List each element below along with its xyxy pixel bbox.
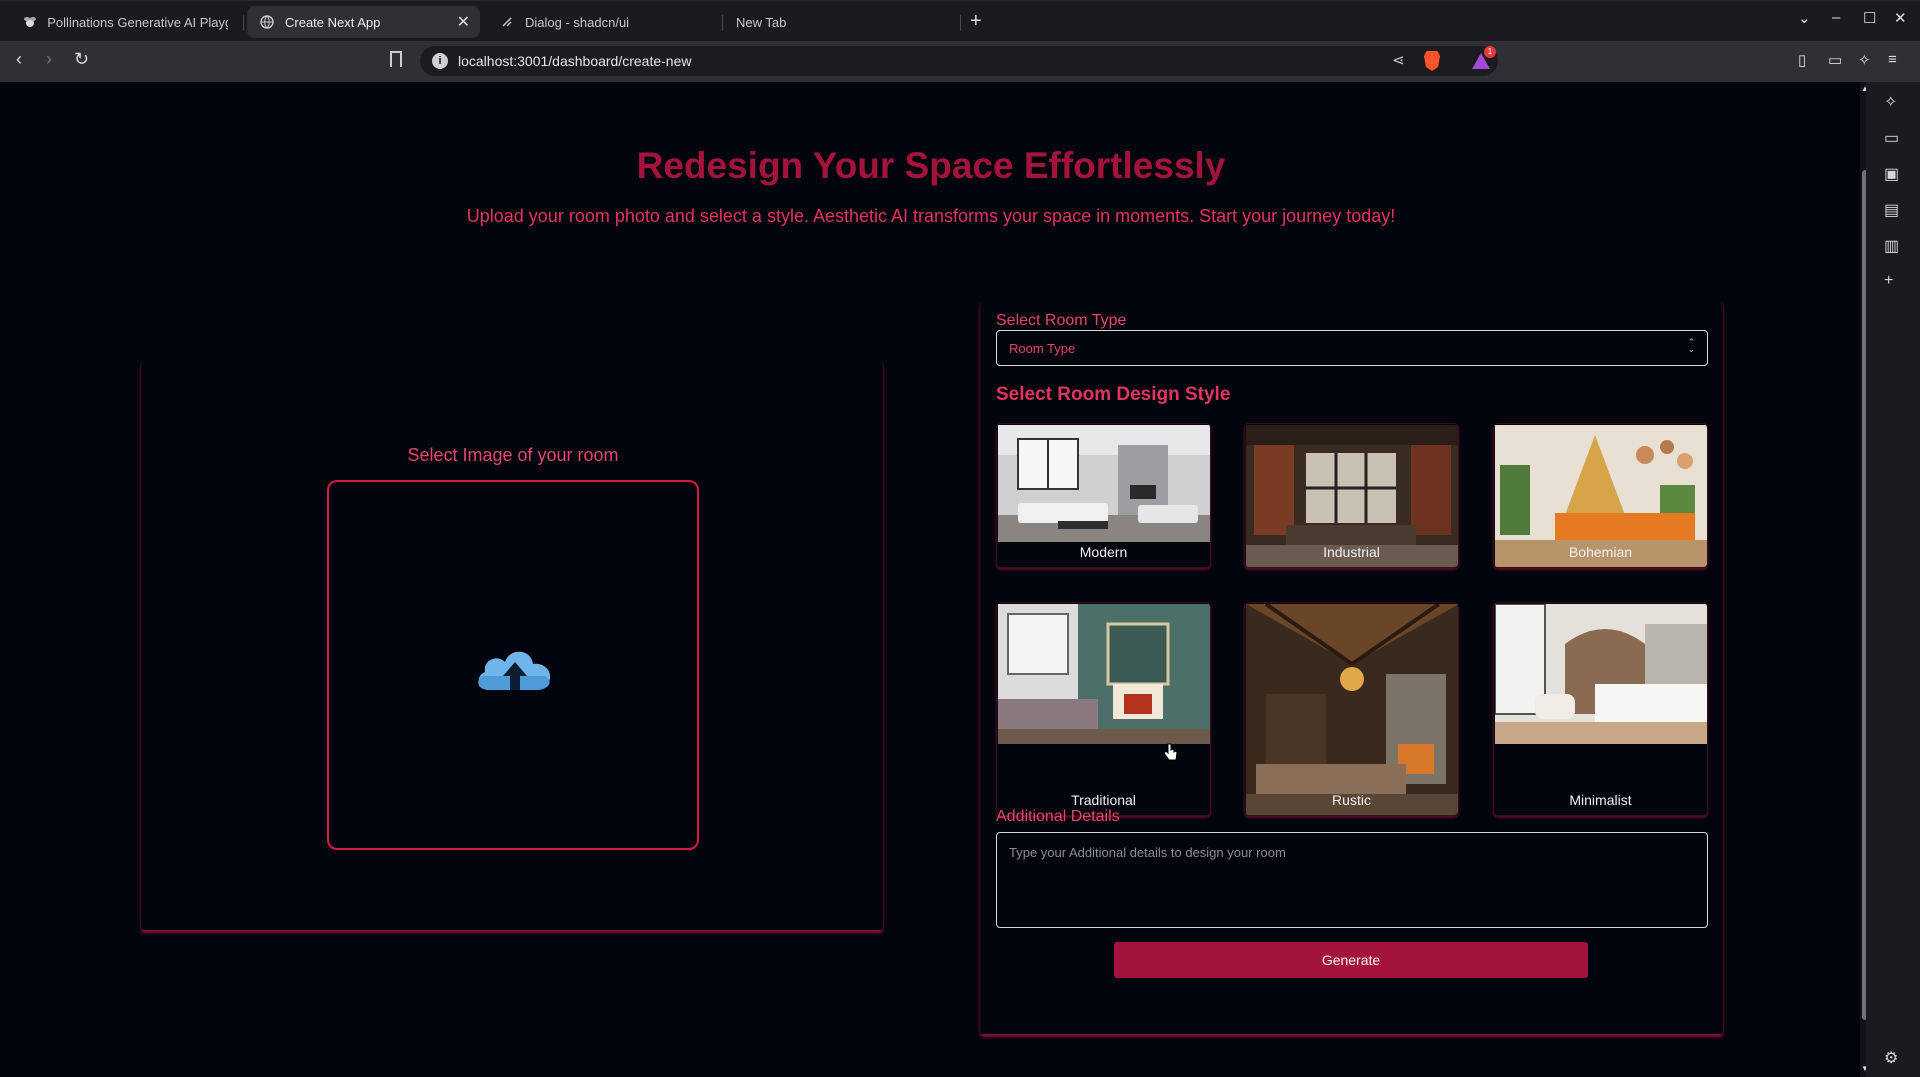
back-icon[interactable]: ‹ [16, 49, 22, 70]
address-bar[interactable]: i localhost:3001/dashboard/create-new ⋖ … [420, 46, 1498, 76]
window-close-icon[interactable]: ✕ [1894, 9, 1907, 27]
traditional-room-image [998, 604, 1210, 744]
chevron-up-down-icon: ⌃ ⌄ [1687, 337, 1695, 354]
bookmark-icon[interactable] [390, 51, 402, 67]
bee-icon [22, 14, 37, 30]
additional-details-input[interactable]: Type your Additional details to design y… [996, 832, 1708, 928]
wallet-icon[interactable]: ▭ [1828, 51, 1842, 69]
tab-divider [722, 15, 723, 31]
additional-details-label: Additional Details [996, 808, 1120, 825]
leo-ai-icon[interactable]: ✧ [1858, 51, 1871, 69]
close-icon[interactable]: ✕ [457, 12, 470, 32]
style-option-minimalist[interactable]: Minimalist [1493, 602, 1708, 816]
page-subtitle: Upload your room photo and select a styl… [466, 206, 1396, 226]
url-text[interactable]: localhost:3001/dashboard/create-new [458, 53, 692, 69]
reload-icon[interactable]: ↻ [74, 49, 89, 70]
forward-icon[interactable]: › [46, 49, 52, 70]
rustic-room-image [1246, 604, 1458, 815]
style-option-bohemian[interactable]: Bohemian [1493, 423, 1708, 568]
share-icon[interactable]: ⋖ [1392, 51, 1405, 69]
hand-cursor-icon [1163, 743, 1178, 761]
site-info-icon[interactable]: i [432, 53, 448, 69]
room-type-label: Select Room Type [996, 312, 1127, 329]
tab-label: Pollinations Generative AI Playgr [47, 14, 228, 30]
style-name: Minimalist [1569, 792, 1632, 808]
design-form-card: Select Room Type Room Type ⌃ ⌄ Select Roo… [979, 302, 1724, 1034]
maximize-icon[interactable]: ☐ [1863, 9, 1876, 27]
tab-dialog-shadcn[interactable]: Dialog - shadcn/ui [487, 6, 717, 38]
modern-room-image [998, 425, 1210, 542]
rewards-badge: 1 [1484, 46, 1496, 58]
tab-divider [960, 15, 961, 31]
tab-pollinations[interactable]: Pollinations Generative AI Playgr [10, 6, 240, 38]
shadcn-icon [499, 14, 515, 30]
wallet-icon[interactable]: ▣ [1884, 164, 1899, 184]
globe-icon [259, 14, 275, 30]
image-upload-card: Select Image of your room [140, 362, 884, 930]
menu-icon[interactable]: ≡ [1888, 51, 1897, 68]
room-type-select[interactable]: Room Type ⌃ ⌄ [996, 330, 1708, 366]
settings-gear-icon[interactable]: ⚙ [1884, 1048, 1898, 1068]
style-option-industrial[interactable]: Industrial [1244, 423, 1459, 568]
tab-label: New Tab [736, 14, 787, 30]
minimize-icon[interactable]: – [1832, 9, 1840, 26]
additional-details-placeholder: Type your Additional details to design y… [1009, 845, 1286, 860]
tab-label: Dialog - shadcn/ui [525, 14, 630, 30]
leo-icon[interactable]: ✧ [1884, 92, 1897, 112]
sidebar-toggle-icon[interactable]: ▯ [1798, 51, 1806, 69]
style-name: Bohemian [1568, 544, 1633, 560]
style-option-modern[interactable]: Modern [996, 423, 1211, 568]
design-style-heading: Select Room Design Style [996, 384, 1231, 405]
page-content: Redesign Your Space Effortlessly Upload … [0, 82, 1860, 1077]
room-type-value: Room Type [1009, 341, 1076, 356]
tab-list-chevron-icon[interactable]: ⌄ [1798, 9, 1811, 27]
browser-toolbar: ‹ › ↻ i localhost:3001/dashboard/create-… [0, 41, 1920, 82]
brave-shields-icon[interactable] [1424, 51, 1440, 71]
image-upload-dropzone[interactable] [327, 480, 699, 850]
style-name: Modern [1079, 544, 1128, 560]
new-tab-button[interactable]: + [970, 10, 982, 33]
tab-divider [243, 15, 244, 31]
page-title: Redesign Your Space Effortlessly [636, 145, 1226, 186]
tab-new-tab[interactable]: New Tab [724, 6, 954, 38]
cloud-upload-icon [478, 651, 551, 690]
reading-list-icon[interactable]: ▥ [1884, 236, 1899, 256]
minimalist-room-image [1495, 604, 1707, 744]
add-icon[interactable]: + [1884, 272, 1893, 290]
tab-create-next-app[interactable]: Create Next App ✕ [247, 6, 480, 38]
style-name: Traditional [1071, 792, 1136, 808]
bookmarks-icon[interactable]: ▤ [1884, 200, 1899, 220]
browser-tab-strip: Pollinations Generative AI Playgr Create… [0, 0, 1920, 41]
upload-label: Select Image of your room [407, 445, 619, 465]
tv-icon[interactable]: ▭ [1884, 128, 1899, 148]
tab-label: Create Next App [285, 14, 381, 30]
browser-side-panel: ✧ ▭ ▣ ▤ ▥ + ⚙ [1866, 82, 1920, 1077]
style-name: Industrial [1323, 544, 1380, 560]
generate-button[interactable]: Generate [1114, 942, 1588, 978]
style-option-traditional[interactable]: Traditional [996, 602, 1211, 816]
style-name: Rustic [1332, 792, 1371, 808]
style-option-rustic[interactable]: Rustic [1244, 602, 1459, 816]
